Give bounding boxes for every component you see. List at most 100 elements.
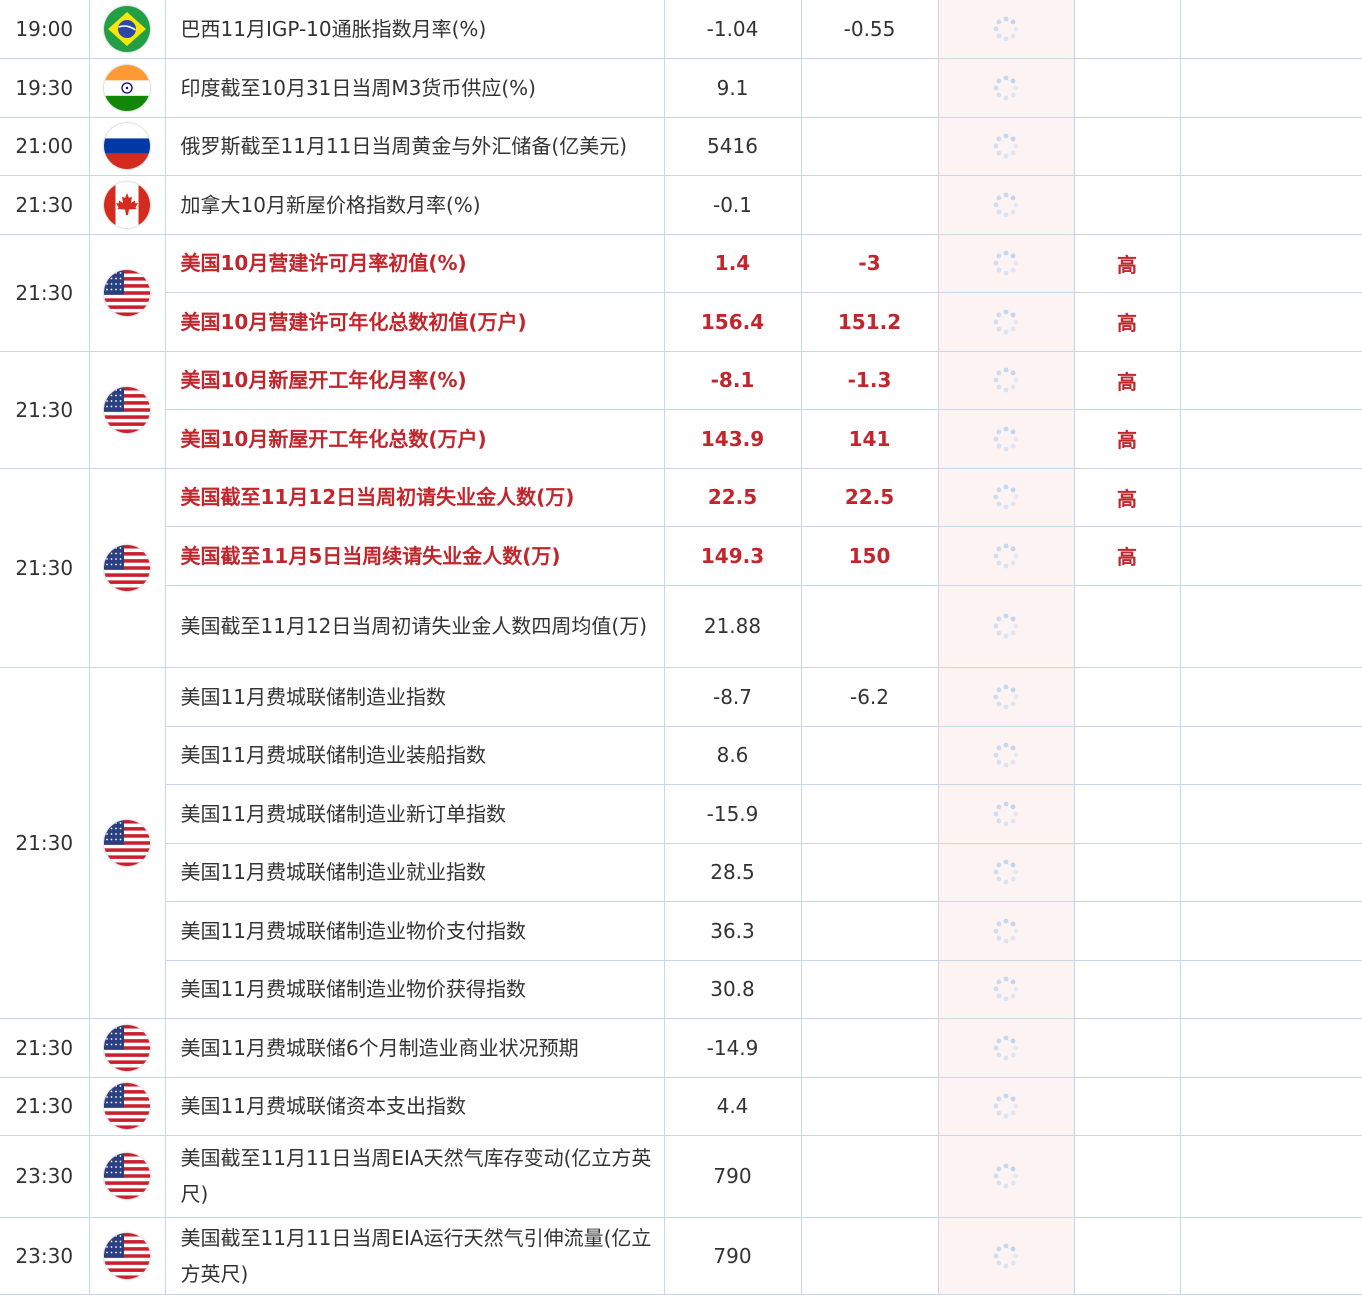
actual-value [938,351,1075,410]
event-name[interactable]: 印度截至10月31日当周M3货币供应(%) [165,58,665,118]
table-row[interactable]: 21:30 加拿大10月新屋价格指数月率(%) -0.1 [0,175,1362,235]
previous-value: -15.9 [664,784,802,844]
loading-spinner-icon [993,1243,1019,1268]
forecast-value: 151.2 [801,292,939,352]
table-row[interactable]: 19:30 印度截至10月31日当周M3货币供应(%) 9.1 [0,58,1362,118]
previous-value: -0.1 [664,175,802,235]
loading-spinner-icon [993,742,1019,768]
forecast-value: 22.5 [801,468,939,527]
event-name[interactable]: 美国截至11月12日当周初请失业金人数(万) [165,468,665,527]
event-detail-cell [1180,726,1362,785]
table-row[interactable]: 美国截至11月5日当周续请失业金人数(万) 149.3 150 高 [0,526,1362,586]
event-name[interactable]: 美国截至11月12日当周初请失业金人数四周均值(万) [165,585,665,668]
event-detail-cell [1180,234,1362,293]
actual-value [938,784,1075,844]
table-row[interactable]: 21:30 美国10月新屋开工年化月率(%) -8.1 -1.3 高 [0,351,1362,469]
actual-value [938,1135,1075,1218]
forecast-value [801,1018,939,1078]
table-row[interactable]: 23:30 美国截至11月11日当周EIA天然气库存变动(亿立方英尺) 790 [0,1135,1362,1218]
event-time: 23:30 [0,1217,90,1295]
event-detail-cell [1180,58,1362,118]
previous-value: 5416 [664,117,802,176]
importance-level: 高 [1074,292,1181,352]
table-row[interactable]: 美国11月费城联储制造业物价获得指数 30.8 [0,960,1362,1019]
table-row[interactable]: 21:30 美国11月费城联储6个月制造业商业状况预期 -14.9 [0,1018,1362,1078]
table-row[interactable]: 美国11月费城联储制造业装船指数 8.6 [0,726,1362,785]
forecast-value: 150 [801,526,939,586]
usa-flag-icon [104,544,150,591]
calendar-body: 19:00 巴西11月IGP-10通胀指数月率(%) -1.04 -0.55 19:30… [0,0,1362,1295]
table-row[interactable]: 21:00 俄罗斯截至11月11日当周黄金与外汇储备(亿美元) 5416 [0,117,1362,176]
event-name[interactable]: 加拿大10月新屋价格指数月率(%) [165,175,665,235]
event-name[interactable]: 美国10月新屋开工年化月率(%) [165,351,665,410]
forecast-value [801,843,939,902]
actual-value [938,585,1075,668]
forecast-value [801,1077,939,1136]
actual-value [938,468,1075,527]
forecast-value [801,901,939,961]
loading-spinner-icon [993,684,1019,709]
table-row[interactable]: 21:30 美国11月费城联储资本支出指数 4.4 [0,1077,1362,1136]
event-name[interactable]: 美国截至11月5日当周续请失业金人数(万) [165,526,665,586]
previous-value: -14.9 [664,1018,802,1078]
forecast-value: -3 [801,234,939,293]
importance-level: 高 [1074,468,1181,527]
event-name[interactable]: 美国10月营建许可月率初值(%) [165,234,665,293]
event-name[interactable]: 美国10月营建许可年化总数初值(万户) [165,292,665,352]
table-row[interactable]: 美国11月费城联储制造业新订单指数 -15.9 [0,784,1362,844]
table-row[interactable]: 美国11月费城联储制造业物价支付指数 36.3 [0,901,1362,961]
importance-level: 高 [1074,351,1181,410]
event-name[interactable]: 美国11月费城联储制造业物价获得指数 [165,960,665,1019]
event-time: 21:00 [0,117,90,176]
table-row[interactable]: 19:00 巴西11月IGP-10通胀指数月率(%) -1.04 -0.55 [0,0,1362,59]
actual-value [938,409,1075,469]
event-name[interactable]: 美国11月费城联储制造业物价支付指数 [165,901,665,961]
table-row[interactable]: 21:30 美国10月营建许可月率初值(%) 1.4 -3 高 [0,234,1362,352]
event-detail-cell [1180,1077,1362,1136]
loading-spinner-icon [993,613,1019,639]
previous-value: 790 [664,1217,802,1295]
event-name[interactable]: 美国11月费城联储资本支出指数 [165,1077,665,1136]
loading-spinner-icon [993,367,1019,393]
previous-value: 156.4 [664,292,802,352]
table-row[interactable]: 美国截至11月12日当周初请失业金人数四周均值(万) 21.88 [0,585,1362,668]
event-name[interactable]: 美国11月费城联储制造业新订单指数 [165,784,665,844]
importance-level [1074,843,1181,902]
event-detail-cell [1180,901,1362,961]
table-row[interactable]: 美国10月营建许可年化总数初值(万户) 156.4 151.2 高 [0,292,1362,352]
event-time: 21:30 [0,351,90,469]
event-name[interactable]: 美国10月新屋开工年化总数(万户) [165,409,665,469]
previous-value: 1.4 [664,234,802,293]
event-detail-cell [1180,468,1362,527]
event-detail-cell [1180,351,1362,410]
importance-level [1074,960,1181,1019]
table-row[interactable]: 美国11月费城联储制造业就业指数 28.5 [0,843,1362,902]
event-name[interactable]: 美国11月费城联储制造业装船指数 [165,726,665,785]
table-row[interactable]: 23:30 美国截至11月11日当周EIA运行天然气引伸流量(亿立方英尺) 790 [0,1217,1362,1295]
table-row[interactable]: 21:30 美国截至11月12日当周初请失业金人数(万) 22.5 22.5 高 [0,468,1362,668]
previous-value: -8.1 [664,351,802,410]
economic-calendar-table: 19:00 巴西11月IGP-10通胀指数月率(%) -1.04 -0.55 19:30… [0,0,1362,1295]
event-detail-cell [1180,409,1362,469]
previous-value: -1.04 [664,0,802,59]
forecast-value [801,1135,939,1218]
event-name[interactable]: 美国11月费城联储制造业指数 [165,667,665,727]
table-row[interactable]: 21:30 美国11月费城联储制造业指数 -8.7 -6.2 [0,667,1362,1019]
loading-spinner-icon [993,250,1019,276]
event-name[interactable]: 美国截至11月11日当周EIA天然气库存变动(亿立方英尺) [165,1135,665,1218]
actual-value [938,58,1075,118]
table-row[interactable]: 美国10月新屋开工年化总数(万户) 143.9 141 高 [0,409,1362,469]
event-name[interactable]: 美国截至11月11日当周EIA运行天然气引伸流量(亿立方英尺) [165,1217,665,1295]
usa-flag-icon [104,386,150,433]
importance-level [1074,58,1181,118]
importance-level: 高 [1074,234,1181,293]
event-name[interactable]: 巴西11月IGP-10通胀指数月率(%) [165,0,665,59]
previous-value: 30.8 [664,960,802,1019]
event-name[interactable]: 俄罗斯截至11月11日当周黄金与外汇储备(亿美元) [165,117,665,176]
loading-spinner-icon [993,976,1019,1002]
previous-value: 28.5 [664,843,802,902]
event-detail-cell [1180,843,1362,902]
event-name[interactable]: 美国11月费城联储制造业就业指数 [165,843,665,902]
event-detail-cell [1180,0,1362,59]
event-name[interactable]: 美国11月费城联储6个月制造业商业状况预期 [165,1018,665,1078]
